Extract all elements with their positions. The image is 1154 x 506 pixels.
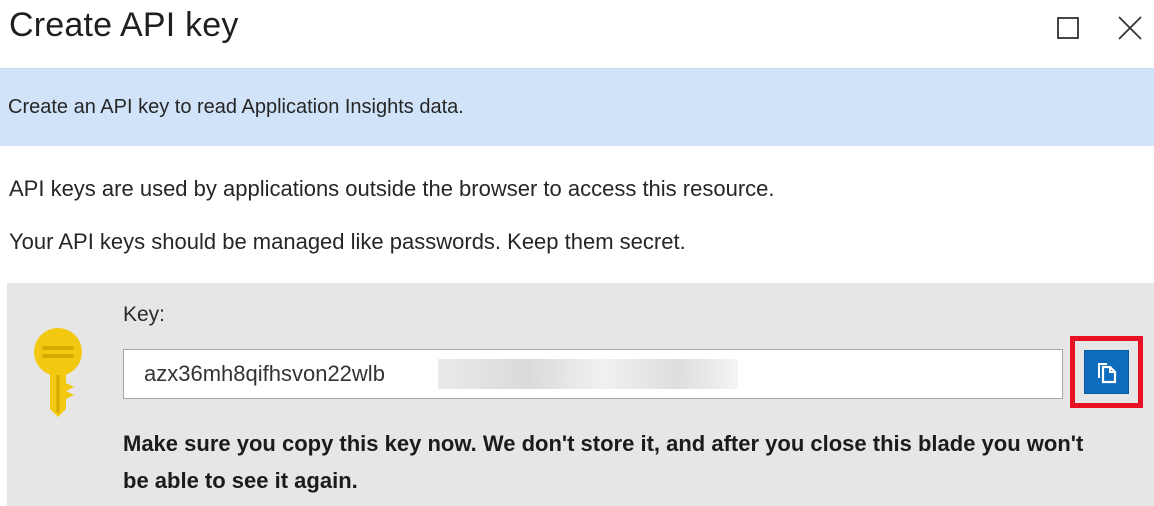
api-key-value: azx36mh8qifhsvon22wlb <box>144 361 385 386</box>
description-line-2: Your API keys should be managed like pas… <box>9 229 686 254</box>
page-title: Create API key <box>9 6 239 44</box>
api-key-field[interactable]: azx36mh8qifhsvon22wlb <box>123 349 1063 399</box>
maximize-icon <box>1057 17 1079 39</box>
copy-to-clipboard-button[interactable] <box>1084 350 1129 394</box>
info-banner: Create an API key to read Application In… <box>0 68 1154 146</box>
copy-button-highlight <box>1070 336 1143 408</box>
description-line-1: API keys are used by applications outsid… <box>9 176 775 201</box>
maximize-button[interactable] <box>1050 10 1086 46</box>
copy-icon <box>1097 363 1116 384</box>
close-button[interactable] <box>1112 10 1148 46</box>
info-banner-text: Create an API key to read Application In… <box>8 96 464 118</box>
key-icon <box>34 328 82 417</box>
key-panel: Key: azx36mh8qifhsvon22wlb Make sure you… <box>7 283 1154 506</box>
copy-warning-text: Make sure you copy this key now. We don'… <box>123 431 1084 493</box>
key-label: Key: <box>123 303 166 326</box>
create-api-key-blade: Create API key Create an API key to read… <box>0 0 1154 506</box>
close-icon <box>1118 16 1142 40</box>
redacted-key-portion <box>438 359 738 389</box>
